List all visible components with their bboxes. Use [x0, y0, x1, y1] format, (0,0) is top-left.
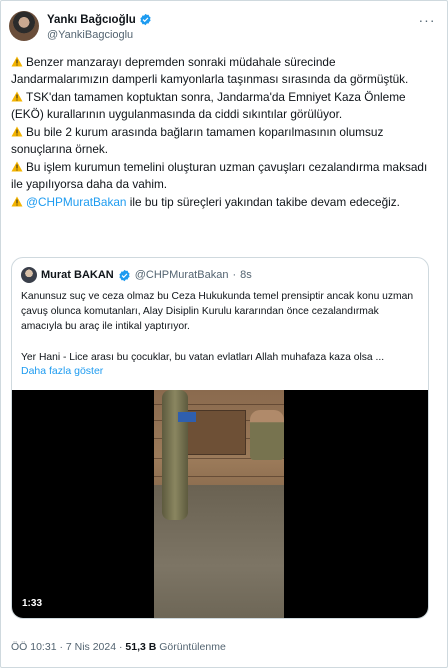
more-icon[interactable]: ···	[415, 13, 439, 31]
tweet-paragraph-text: Bu işlem kurumun temelini oluşturan uzma…	[11, 160, 428, 191]
video-frame	[154, 390, 284, 618]
tweet-paragraph: TSK'dan tamamen koptuktan sonra, Jandarm…	[11, 89, 431, 122]
author-display-name[interactable]: Yankı Bağcıoğlu	[47, 14, 136, 26]
tweet-paragraph-text: Benzer manzarayı depremden sonraki müdah…	[11, 55, 409, 86]
tweet-paragraph: Bu işlem kurumun temelini oluşturan uzma…	[11, 159, 431, 192]
video-person	[250, 410, 284, 460]
verified-badge-icon	[119, 269, 130, 281]
tweet-card: Yankı Bağcıoğlu @YankiBagcioglu ··· Benz…	[0, 0, 448, 668]
video-duration: 1:33	[18, 597, 47, 610]
tweet-paragraph-text: ile bu tip süreçleri yakından takibe dev…	[126, 195, 400, 209]
video-folder	[178, 412, 196, 422]
verified-badge-icon	[140, 13, 151, 26]
author-handle[interactable]: @YankiBagcioglu	[47, 29, 133, 41]
quoted-author-name[interactable]: Murat BAKAN	[41, 269, 114, 281]
views-label: Görüntülenme	[156, 641, 226, 653]
warning-icon	[11, 91, 23, 102]
tweet-meta: ÖÖ 10:31 · 7 Nis 2024 · 51,3 B Görüntüle…	[11, 641, 226, 653]
warning-icon	[11, 161, 23, 172]
show-more-link[interactable]: Daha fazla göster	[21, 365, 103, 377]
quoted-tweet[interactable]: Murat BAKAN @CHPMuratBakan · 8s Kanunsuz…	[11, 257, 429, 619]
author-avatar[interactable]	[9, 11, 39, 41]
tweet-text: Benzer manzarayı depremden sonraki müdah…	[11, 54, 431, 213]
warning-icon	[11, 56, 23, 67]
author-name-row: Yankı Bağcıoğlu	[47, 13, 152, 26]
separator-dot: ·	[232, 269, 237, 281]
mention-link[interactable]: @CHPMuratBakan	[26, 195, 127, 209]
quoted-author-handle[interactable]: @CHPMuratBakan	[135, 269, 229, 281]
tweet-paragraph: Benzer manzarayı depremden sonraki müdah…	[11, 54, 431, 87]
quoted-paragraph: Kanunsuz suç ve ceza olmaz bu Ceza Hukuk…	[21, 291, 414, 333]
tweet-paragraph: Bu bile 2 kurum arasında bağların tamame…	[11, 124, 431, 157]
quoted-paragraph: Yer Hani - Lice arası bu çocuklar, bu va…	[21, 351, 385, 363]
quoted-author-avatar[interactable]	[21, 267, 37, 283]
quoted-time-ago[interactable]: 8s	[240, 269, 252, 281]
tweet-paragraph-text: Bu bile 2 kurum arasında bağların tamame…	[11, 125, 384, 156]
quoted-tweet-header: Murat BAKAN @CHPMuratBakan · 8s	[21, 267, 252, 283]
warning-icon	[11, 126, 23, 137]
tweet-paragraph: @CHPMuratBakan ile bu tip süreçleri yakı…	[11, 194, 431, 211]
tweet-timestamp[interactable]: ÖÖ 10:31 · 7 Nis 2024 ·	[11, 641, 125, 653]
video-person	[162, 390, 188, 520]
tweet-header: Yankı Bağcıoğlu @YankiBagcioglu ···	[9, 9, 439, 49]
views-count: 51,3 B	[125, 641, 157, 653]
video-player[interactable]: 1:33	[12, 390, 428, 618]
warning-icon	[11, 196, 23, 207]
tweet-paragraph-text: TSK'dan tamamen koptuktan sonra, Jandarm…	[11, 90, 406, 121]
